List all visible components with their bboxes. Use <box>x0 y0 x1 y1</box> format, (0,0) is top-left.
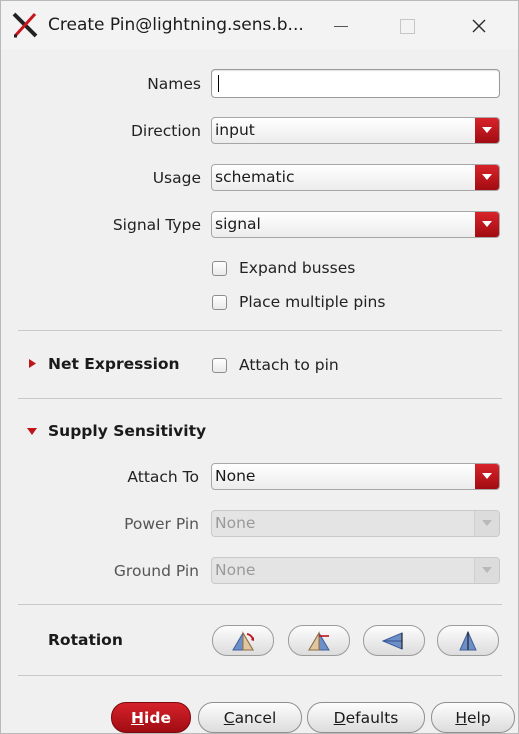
cancel-button[interactable]: Cancel <box>198 702 302 733</box>
hide-button-label: ide <box>144 708 171 727</box>
direction-value: input <box>215 121 255 139</box>
hide-button-mnemonic: H <box>131 708 145 727</box>
attach-to-pin-checkbox-row[interactable]: Attach to pin <box>212 356 339 374</box>
help-button[interactable]: Help <box>431 702 515 733</box>
power-pin-value: None <box>215 514 256 532</box>
supply-sensitivity-title[interactable]: Supply Sensitivity <box>48 422 206 440</box>
help-button-label: elp <box>466 708 491 727</box>
usage-value: schematic <box>215 168 295 186</box>
sideways-button[interactable] <box>288 625 350 656</box>
mirror-vertical-icon <box>459 630 477 650</box>
chevron-down-icon <box>482 221 492 227</box>
ground-pin-value: None <box>215 561 256 579</box>
text-caret <box>218 75 219 92</box>
window-title: Create Pin@lightning.sens.b... <box>48 15 304 35</box>
direction-label: Direction <box>130 122 201 140</box>
dropdown-arrow[interactable] <box>475 118 499 143</box>
mirror-vertical-button[interactable] <box>437 625 499 656</box>
chevron-down-icon <box>482 174 492 180</box>
dropdown-arrow[interactable] <box>474 558 499 583</box>
place-multiple-pins-label: Place multiple pins <box>239 293 386 311</box>
close-button[interactable] <box>464 11 494 41</box>
close-icon <box>472 19 486 33</box>
defaults-button[interactable]: Defaults <box>307 702 425 733</box>
cancel-button-label: ancel <box>234 708 277 727</box>
minimize-icon <box>334 25 348 27</box>
direction-combo[interactable]: input <box>211 117 500 144</box>
divider <box>18 330 502 331</box>
divider <box>18 604 502 605</box>
place-multiple-pins-checkbox-row[interactable]: Place multiple pins <box>212 293 385 311</box>
signal-type-value: signal <box>215 215 261 233</box>
chevron-down-icon <box>482 473 492 479</box>
dropdown-arrow[interactable] <box>475 464 499 489</box>
power-pin-combo[interactable]: None <box>211 510 500 537</box>
create-pin-dialog: Create Pin@lightning.sens.b... Names Dir… <box>0 0 519 734</box>
divider <box>18 398 502 399</box>
defaults-button-mnemonic: D <box>333 708 346 727</box>
dropdown-arrow[interactable] <box>475 165 499 190</box>
minimize-button[interactable] <box>326 11 356 41</box>
place-multiple-pins-checkbox[interactable] <box>212 294 227 310</box>
expand-busses-label: Expand busses <box>239 259 356 277</box>
names-input-box[interactable] <box>211 69 500 98</box>
names-label: Names <box>147 75 201 93</box>
attach-to-pin-checkbox[interactable] <box>212 357 227 373</box>
cadence-x-icon <box>12 12 38 38</box>
expand-busses-checkbox-row[interactable]: Expand busses <box>212 259 355 277</box>
help-button-mnemonic: H <box>455 708 467 727</box>
expand-busses-checkbox[interactable] <box>212 260 227 276</box>
rotate-button[interactable] <box>212 625 274 656</box>
rotation-title: Rotation <box>48 631 123 649</box>
chevron-down-icon <box>482 567 492 573</box>
attach-to-pin-label: Attach to pin <box>239 356 339 374</box>
maximize-icon <box>399 18 415 34</box>
names-input[interactable] <box>212 70 494 95</box>
attach-to-label: Attach To <box>127 468 199 486</box>
net-expression-title[interactable]: Net Expression <box>48 355 180 373</box>
sideways-icon <box>308 630 330 650</box>
signal-type-combo[interactable]: signal <box>211 211 500 238</box>
cancel-button-mnemonic: C <box>223 708 235 727</box>
expand-triangle-icon[interactable] <box>29 359 36 368</box>
mirror-horizontal-icon <box>381 631 403 650</box>
title-bar[interactable]: Create Pin@lightning.sens.b... <box>1 1 518 49</box>
divider <box>18 675 502 676</box>
chevron-down-icon <box>482 520 492 526</box>
ground-pin-label: Ground Pin <box>113 562 199 580</box>
hide-button[interactable]: Hide <box>111 702 191 733</box>
ground-pin-combo[interactable]: None <box>211 557 500 584</box>
rotate-icon <box>232 630 254 650</box>
dropdown-arrow[interactable] <box>475 212 499 237</box>
maximize-button[interactable] <box>392 11 422 41</box>
signal-type-label: Signal Type <box>112 216 201 234</box>
usage-combo[interactable]: schematic <box>211 164 500 191</box>
dropdown-arrow[interactable] <box>474 511 499 536</box>
defaults-button-label: efaults <box>345 708 399 727</box>
mirror-horizontal-button[interactable] <box>363 625 425 656</box>
collapse-triangle-icon[interactable] <box>27 428 37 435</box>
attach-to-value: None <box>215 467 256 485</box>
chevron-down-icon <box>482 127 492 133</box>
attach-to-combo[interactable]: None <box>211 463 500 490</box>
power-pin-label: Power Pin <box>124 515 199 533</box>
usage-label: Usage <box>152 169 201 187</box>
